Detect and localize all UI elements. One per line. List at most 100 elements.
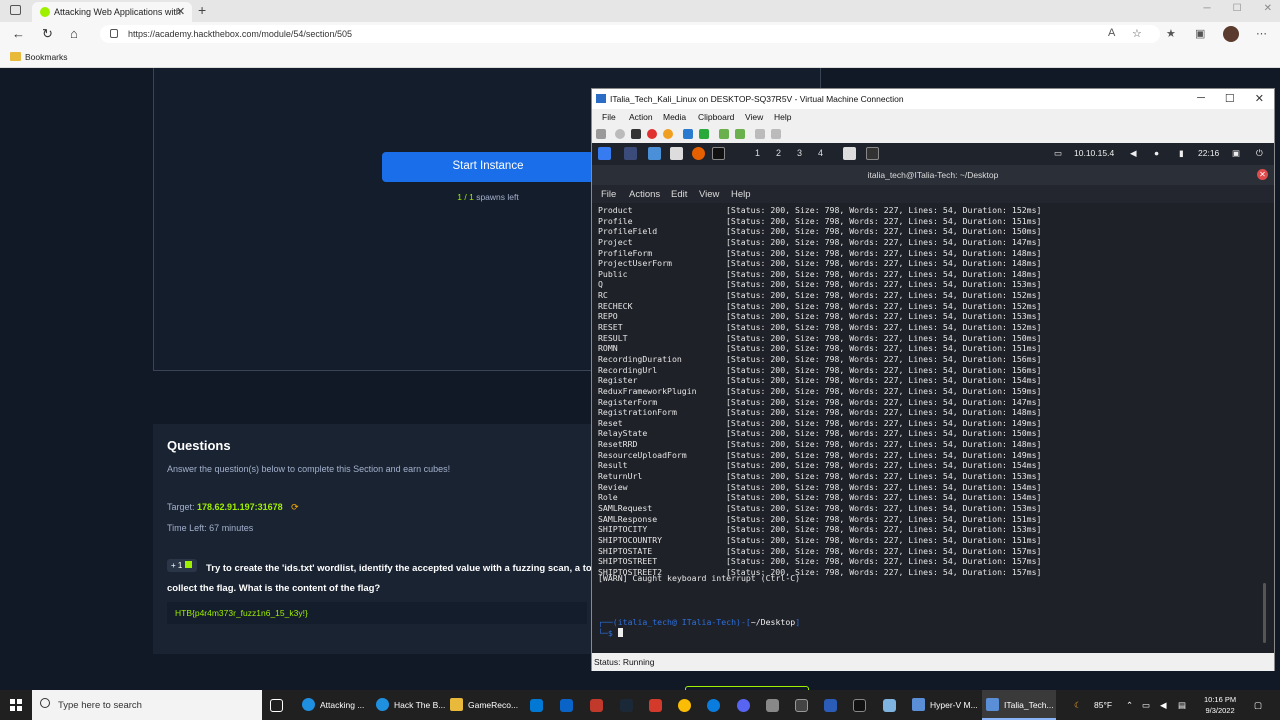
office-icon[interactable]: [590, 699, 603, 712]
steam-icon[interactable]: [620, 699, 633, 712]
defender-icon[interactable]: [824, 699, 837, 712]
terminal-output[interactable]: Product [Status: 200, Size: 798, Words: 2…: [592, 203, 1274, 653]
vpn-ip[interactable]: 10.10.15.4: [1074, 148, 1114, 158]
battery-icon[interactable]: ▮: [1179, 148, 1184, 159]
vm-menu-help[interactable]: Help: [774, 112, 791, 122]
profile-avatar[interactable]: [1223, 26, 1239, 42]
keyboard-icon[interactable]: [795, 699, 808, 712]
more-menu-icon[interactable]: ⋯: [1256, 27, 1267, 40]
workspace-3[interactable]: 3: [797, 148, 802, 158]
edge-dev-icon[interactable]: [707, 699, 720, 712]
taskbar-app-gamerecorder[interactable]: GameReco...: [446, 690, 520, 720]
vm-menu-file[interactable]: File: [602, 112, 616, 122]
show-hidden-icons-icon[interactable]: ⌃: [1126, 700, 1133, 711]
settings-tool-icon[interactable]: [766, 699, 779, 712]
save-state-icon[interactable]: [663, 129, 673, 139]
terminal-icon[interactable]: [712, 147, 725, 160]
shutdown-icon[interactable]: [647, 129, 657, 139]
vm-close-icon[interactable]: ✕: [1255, 92, 1264, 105]
taskbar-clock[interactable]: 10:16 PM 9/3/2022: [1204, 694, 1236, 716]
weather-temp[interactable]: 85°F: [1094, 700, 1112, 710]
terminal-scrollbar[interactable]: [1263, 583, 1266, 643]
volume-icon[interactable]: ◀: [1130, 148, 1137, 159]
add-favorite-icon[interactable]: ☆: [1132, 27, 1142, 40]
speaker-icon[interactable]: ◀: [1160, 700, 1167, 711]
read-aloud-icon[interactable]: A: [1108, 27, 1115, 39]
vm-screen[interactable]: 1 2 3 4 ▭ 10.10.15.4 ◀ ● ▮ 22:16 ▣ ⏻ ita…: [592, 143, 1274, 653]
maximize-icon[interactable]: ☐: [1233, 3, 1242, 14]
pause-icon[interactable]: [683, 129, 693, 139]
terminal-menu-file[interactable]: File: [601, 189, 616, 200]
start-instance-button[interactable]: Start Instance: [382, 152, 594, 182]
power-icon[interactable]: ⏻: [1256, 148, 1263, 159]
chrome-icon[interactable]: [678, 699, 691, 712]
refresh-icon[interactable]: ↻: [42, 26, 53, 42]
discord-icon[interactable]: [737, 699, 750, 712]
windows-start-icon[interactable]: [10, 699, 22, 711]
shell-input-line[interactable]: └─$: [598, 628, 623, 638]
notepad-icon[interactable]: [883, 699, 896, 712]
turn-off-icon[interactable]: [631, 129, 641, 139]
tab-close-icon[interactable]: ✕: [176, 5, 185, 18]
collections-icon[interactable]: ▣: [1195, 27, 1205, 40]
task-view-icon[interactable]: [270, 699, 283, 712]
workspace-2[interactable]: 2: [776, 148, 781, 158]
brave-icon[interactable]: [649, 699, 662, 712]
weather-icon[interactable]: ☾: [1074, 700, 1082, 711]
terminal-menu-edit[interactable]: Edit: [671, 189, 687, 200]
favorites-icon[interactable]: ★: [1166, 27, 1176, 40]
terminal-menu-help[interactable]: Help: [731, 189, 751, 200]
vm-maximize-icon[interactable]: ☐: [1225, 92, 1235, 105]
text-editor-icon[interactable]: [670, 147, 683, 160]
vm-menu-view[interactable]: View: [745, 112, 763, 122]
bookmarks-folder[interactable]: Bookmarks: [25, 52, 68, 62]
vm-menu-clipboard[interactable]: Clipboard: [698, 112, 734, 122]
share-icon[interactable]: [771, 129, 781, 139]
target-ip[interactable]: 178.62.91.197:31678: [197, 502, 283, 512]
notification-bell-icon[interactable]: ●: [1154, 148, 1159, 158]
mail-icon[interactable]: [560, 699, 573, 712]
terminal-menu-actions[interactable]: Actions: [629, 189, 660, 200]
lock-screen-icon[interactable]: ▣: [1232, 148, 1240, 159]
show-desktop-icon[interactable]: [624, 147, 637, 160]
close-icon[interactable]: ✕: [1264, 3, 1272, 14]
ctrl-alt-del-icon[interactable]: [596, 129, 606, 139]
firefox-icon[interactable]: [692, 147, 705, 160]
lock-icon[interactable]: [110, 29, 118, 38]
kali-menu-icon[interactable]: [598, 147, 611, 160]
tab-actions-icon[interactable]: [10, 5, 21, 15]
reset-target-icon[interactable]: ⟳: [291, 502, 299, 512]
home-icon[interactable]: ⌂: [70, 26, 78, 41]
notification-center-icon[interactable]: ▢: [1254, 700, 1262, 711]
file-manager-icon[interactable]: [648, 147, 661, 160]
terminal-window-icon[interactable]: [866, 147, 879, 160]
taskbar-app-edge[interactable]: Attacking ...: [298, 690, 368, 720]
terminal-app-icon[interactable]: [853, 699, 866, 712]
new-tab-icon[interactable]: +: [198, 2, 206, 18]
vm-menu-media[interactable]: Media: [663, 112, 686, 122]
network-icon[interactable]: ▭: [1142, 700, 1150, 711]
reset-icon[interactable]: [699, 129, 709, 139]
workspace-1[interactable]: 1: [755, 148, 760, 158]
enhanced-session-icon[interactable]: [755, 129, 765, 139]
flag-answer-field[interactable]: HTB{p4r4m373r_fuzz1n6_15_k3y!}: [167, 602, 587, 624]
taskbar-app-hyperv[interactable]: Hyper-V M...: [908, 690, 978, 720]
terminal-menu-view[interactable]: View: [699, 189, 719, 200]
window-icon[interactable]: [843, 147, 856, 160]
workspace-4[interactable]: 4: [818, 148, 823, 158]
back-icon[interactable]: ←: [12, 26, 25, 41]
taskbar-app-vm[interactable]: ITalia_Tech...: [982, 690, 1056, 720]
screen-icon[interactable]: ▭: [1054, 148, 1062, 159]
url-field[interactable]: https://academy.hackthebox.com/module/54…: [100, 25, 1160, 43]
browser-tab[interactable]: Attacking Web Applications with ✕: [32, 2, 192, 22]
revert-icon[interactable]: [735, 129, 745, 139]
store-icon[interactable]: [530, 699, 543, 712]
checkpoint-icon[interactable]: [719, 129, 729, 139]
taskbar-search[interactable]: Type here to search: [32, 690, 262, 720]
taskbar-app-htb[interactable]: Hack The B...: [372, 690, 445, 720]
minimize-icon[interactable]: ─: [1204, 3, 1211, 14]
vm-menu-action[interactable]: Action: [629, 112, 653, 122]
start-vm-icon[interactable]: [615, 129, 625, 139]
language-icon[interactable]: ▤: [1178, 700, 1186, 711]
vm-minimize-icon[interactable]: ─: [1197, 92, 1205, 105]
